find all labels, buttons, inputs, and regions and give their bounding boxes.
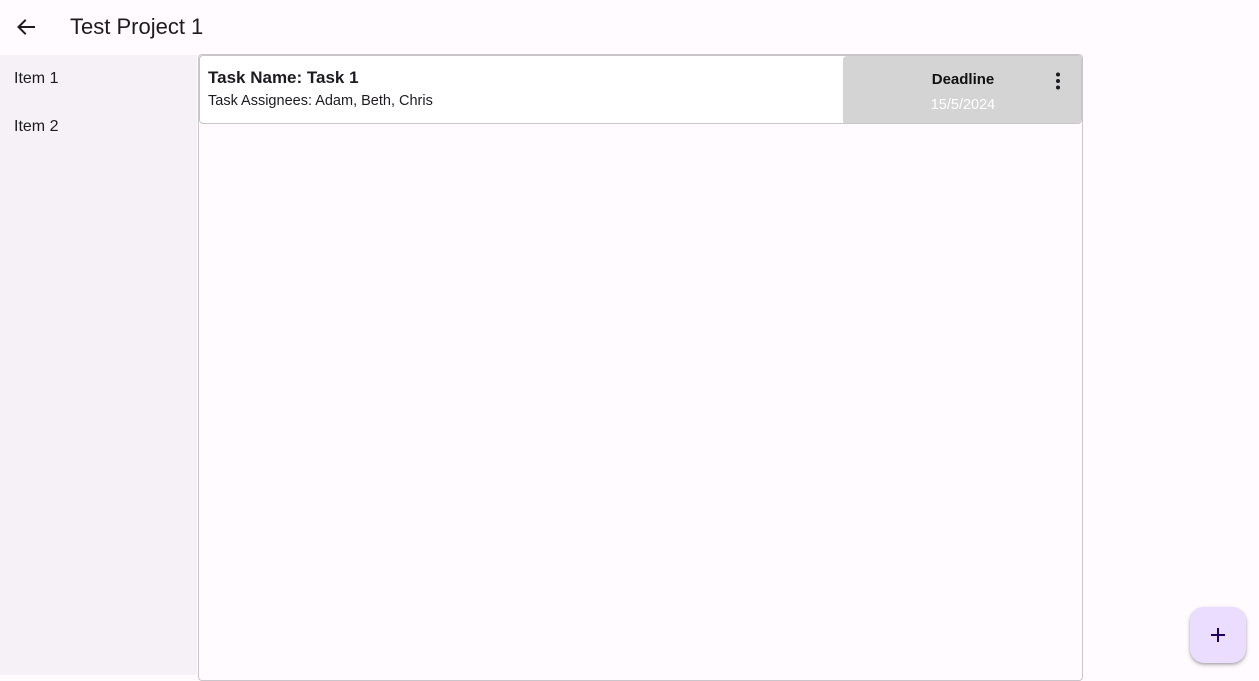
task-board (198, 54, 1083, 681)
sidebar-item-label: Item 2 (14, 118, 59, 135)
sidebar-item-2[interactable]: Item 2 (0, 103, 197, 151)
sidebar: Item 1 Item 2 (0, 55, 197, 675)
task-assignees: Task Assignees: Adam, Beth, Chris (208, 93, 433, 109)
sidebar-item-1[interactable]: Item 1 (0, 55, 197, 103)
sidebar-item-label: Item 1 (14, 70, 59, 87)
deadline-panel: Deadline 15/5/2024 (843, 56, 1081, 123)
page-title: Test Project 1 (70, 14, 204, 39)
back-button[interactable] (8, 9, 44, 45)
plus-icon (1211, 628, 1225, 642)
more-vert-icon (1056, 72, 1060, 90)
task-menu-button[interactable] (1043, 66, 1073, 96)
arrow-left-icon (17, 19, 35, 35)
add-task-button[interactable] (1190, 607, 1246, 663)
task-name: Task Name: Task 1 (208, 68, 359, 87)
app-bar: Test Project 1 (0, 0, 1259, 54)
deadline-date: 15/5/2024 (930, 97, 996, 113)
task-card[interactable]: Task Name: Task 1 Task Assignees: Adam, … (199, 55, 1082, 124)
